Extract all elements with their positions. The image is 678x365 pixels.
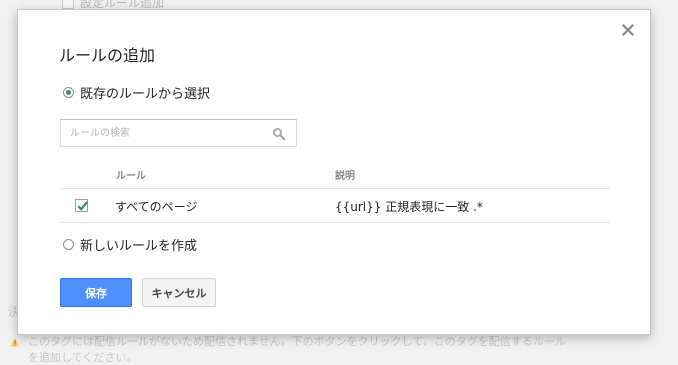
checkmark-icon: [77, 201, 89, 211]
warning-icon: [10, 337, 20, 347]
rules-table: ルール 説明 すべてのページ {{url}} 正規表現に一致 .*: [60, 162, 610, 223]
new-rule-option[interactable]: 新しいルールを作成: [63, 235, 197, 254]
add-rule-dialog: ルールの追加 既存のルールから選択 ルール 説明 すべてのページ {{url}}…: [17, 9, 651, 335]
rule-search-input[interactable]: [61, 120, 270, 146]
cancel-button[interactable]: キャンセル: [142, 278, 216, 307]
background-checkbox: [62, 0, 74, 9]
table-header: ルール 説明: [60, 162, 610, 189]
column-header-rule: ルール: [116, 171, 146, 182]
table-row[interactable]: すべてのページ {{url}} 正規表現に一致 .*: [60, 189, 610, 223]
warning-text-line1: このタグには配信ルールがないため配信されません。下のボタンをクリックして、このタ…: [28, 335, 566, 348]
existing-rule-option[interactable]: 既存のルールから選択: [63, 83, 210, 102]
existing-rule-label: 既存のルールから選択: [80, 87, 211, 102]
rule-description: {{url}} 正規表現に一致 .*: [335, 200, 483, 214]
rule-search-box: [60, 119, 297, 147]
rule-checkbox[interactable]: [75, 199, 89, 212]
new-rule-label: 新しいルールを作成: [80, 239, 198, 254]
column-header-description: 説明: [335, 171, 355, 182]
save-button[interactable]: 保存: [60, 278, 132, 307]
dialog-title: ルールの追加: [59, 46, 156, 65]
existing-rule-radio[interactable]: [63, 87, 74, 98]
new-rule-radio[interactable]: [63, 239, 74, 250]
search-icon[interactable]: [272, 127, 286, 141]
close-icon[interactable]: [620, 22, 636, 38]
rule-name: すべてのページ: [115, 200, 198, 214]
warning-text-line2: を追加してください。: [28, 351, 138, 364]
